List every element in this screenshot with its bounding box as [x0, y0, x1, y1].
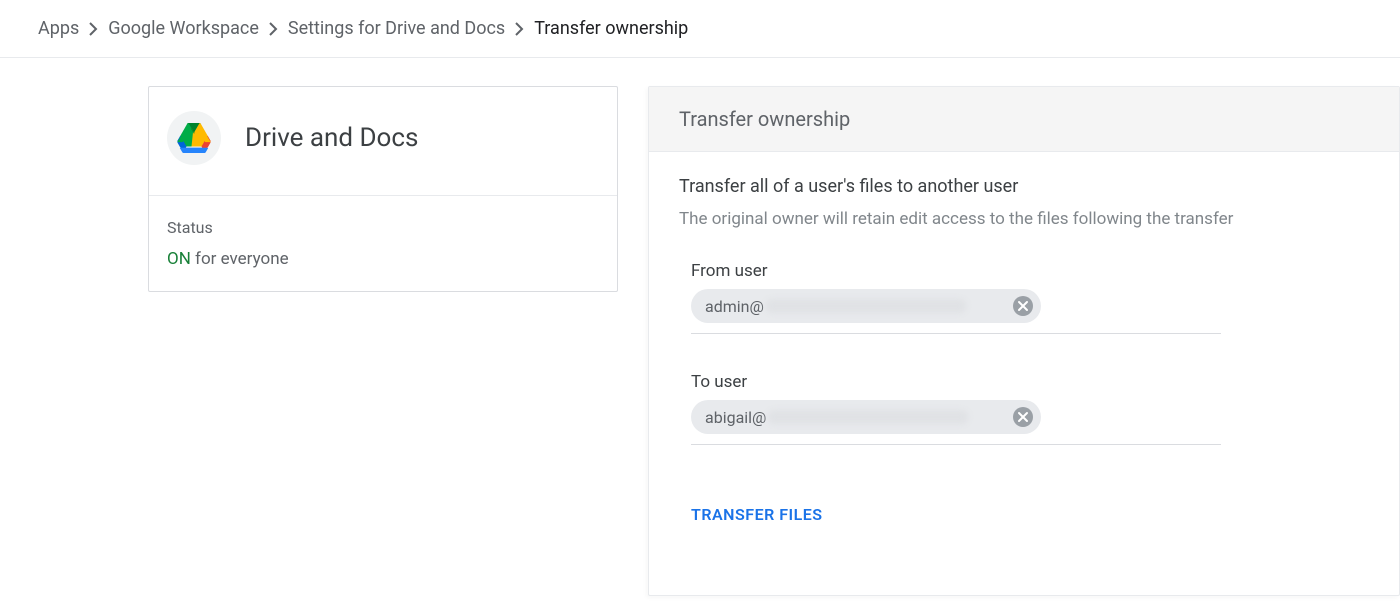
to-user-prefix: abigail@ [705, 408, 766, 427]
transfer-heading: Transfer all of a user's files to anothe… [679, 176, 1369, 197]
to-user-chip[interactable]: abigail@ [691, 400, 1041, 434]
status-label: Status [167, 218, 599, 237]
close-icon[interactable] [1013, 296, 1033, 316]
status-value: ON for everyone [167, 249, 599, 269]
chevron-right-icon [515, 22, 524, 36]
status-scope-text: for everyone [195, 249, 289, 269]
to-user-field: To user abigail@ [691, 372, 1221, 445]
card-title: Drive and Docs [245, 123, 418, 153]
to-user-redacted [768, 410, 968, 424]
google-drive-icon [167, 111, 221, 165]
main-content: Drive and Docs Status ON for everyone Tr… [0, 58, 1400, 596]
close-icon[interactable] [1013, 407, 1033, 427]
from-user-field: From user admin@ [691, 261, 1221, 334]
breadcrumb-transfer-ownership: Transfer ownership [534, 18, 688, 39]
breadcrumb-apps[interactable]: Apps [38, 18, 79, 39]
drive-docs-card: Drive and Docs Status ON for everyone [148, 86, 618, 292]
card-body: Status ON for everyone [149, 195, 617, 291]
from-user-label: From user [691, 261, 1221, 281]
from-user-prefix: admin@ [705, 297, 764, 316]
breadcrumb-settings-drive-docs[interactable]: Settings for Drive and Docs [288, 18, 505, 39]
chevron-right-icon [269, 22, 278, 36]
transfer-ownership-panel: Transfer ownership Transfer all of a use… [648, 86, 1400, 596]
transfer-files-button[interactable]: TRANSFER FILES [691, 505, 823, 524]
to-user-label: To user [691, 372, 1221, 392]
panel-header-title: Transfer ownership [649, 87, 1399, 152]
breadcrumb: Apps Google Workspace Settings for Drive… [0, 0, 1400, 58]
from-user-redacted [766, 299, 966, 313]
chevron-right-icon [89, 22, 98, 36]
breadcrumb-google-workspace[interactable]: Google Workspace [108, 18, 259, 39]
panel-body: Transfer all of a user's files to anothe… [649, 152, 1399, 524]
card-header: Drive and Docs [149, 87, 617, 195]
status-on-text: ON [167, 249, 191, 269]
from-user-chip[interactable]: admin@ [691, 289, 1041, 323]
transfer-subheading: The original owner will retain edit acce… [679, 209, 1369, 229]
